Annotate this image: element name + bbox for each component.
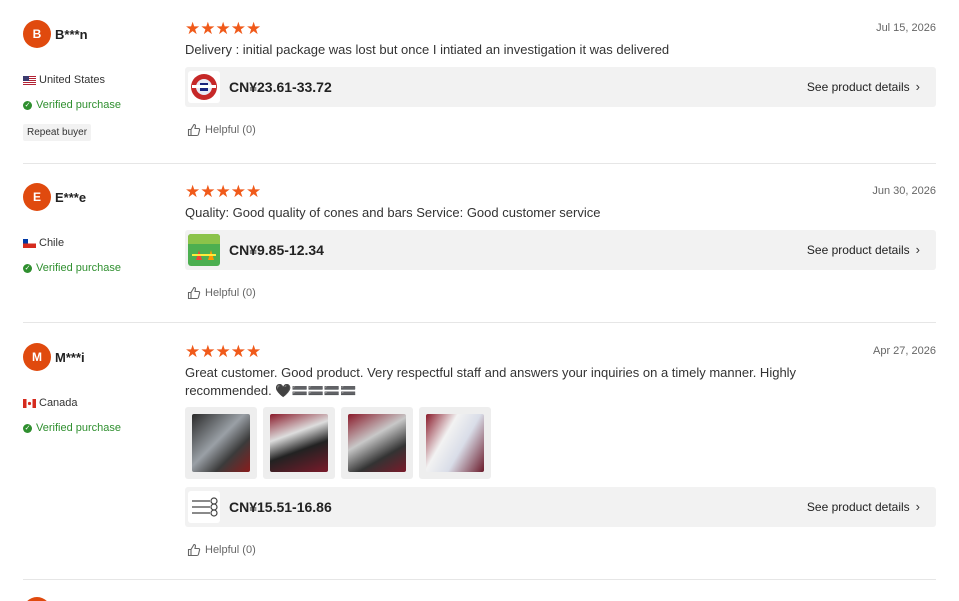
see-product-details-link[interactable]: See product details › — [807, 242, 920, 257]
verified-label: Verified purchase — [36, 262, 121, 274]
review-card: M M***i Canada ✓ Verified purchase ★★★★★… — [23, 323, 936, 580]
chevron-right-icon: › — [915, 499, 920, 514]
see-product-details-link[interactable]: See product details › — [807, 499, 920, 514]
chevron-right-icon: › — [915, 242, 920, 257]
country-label: Chile — [39, 237, 65, 249]
review-card: B B***n United States ✓ Verified purchas… — [23, 0, 936, 164]
verified-purchase: ✓ Verified purchase — [23, 99, 121, 111]
helpful-label: Helpful (0) — [205, 544, 256, 556]
helpful-button[interactable]: Helpful (0) — [187, 123, 256, 137]
reviewer-country: Canada — [23, 397, 78, 409]
us-flag-icon — [23, 75, 36, 85]
see-details-label: See product details — [806, 242, 910, 257]
helpful-label: Helpful (0) — [205, 287, 256, 299]
verified-purchase: ✓ Verified purchase — [23, 422, 121, 434]
reviewer-country: United States — [23, 74, 105, 86]
chevron-right-icon: › — [915, 79, 920, 94]
product-price: CN¥9.85-12.34 — [229, 242, 324, 258]
thumbs-up-icon — [187, 543, 201, 557]
product-link[interactable]: CN¥15.51-16.86 See product details › — [185, 487, 936, 527]
product-price: CN¥23.61-33.72 — [229, 79, 332, 95]
review-photo[interactable] — [341, 407, 413, 479]
star-rating: ★★★★★ — [185, 342, 262, 361]
review-text: Quality: Good quality of cones and bars … — [185, 205, 601, 220]
helpful-label: Helpful (0) — [205, 124, 256, 136]
review-photos — [185, 407, 491, 479]
product-thumbnail — [188, 491, 220, 523]
star-rating: ★★★★★ — [185, 19, 262, 38]
verified-purchase: ✓ Verified purchase — [23, 262, 121, 274]
product-price: CN¥15.51-16.86 — [229, 499, 332, 515]
star-rating: ★★★★★ — [185, 182, 262, 201]
review-photo[interactable] — [419, 407, 491, 479]
thumbs-up-icon — [187, 123, 201, 137]
chile-flag-icon — [23, 238, 36, 248]
repeat-buyer-badge: Repeat buyer — [23, 124, 92, 141]
see-product-details-link[interactable]: See product details › — [807, 79, 920, 94]
see-details-label: See product details — [806, 499, 910, 514]
reviewer-name: B***n — [55, 27, 88, 42]
review-text: Great customer. Good product. Very respe… — [185, 365, 797, 398]
canada-flag-icon — [23, 398, 36, 408]
avatar: E — [23, 183, 51, 211]
review-photo[interactable] — [263, 407, 335, 479]
product-thumbnail — [188, 234, 220, 266]
check-badge-icon: ✓ — [23, 423, 32, 433]
review-card: E E***e Chile ✓ Verified purchase ★★★★★ … — [23, 164, 936, 323]
country-label: Canada — [39, 397, 78, 409]
country-label: United States — [39, 74, 106, 86]
review-date: Apr 27, 2026 — [873, 345, 936, 357]
verified-label: Verified purchase — [36, 422, 121, 434]
product-thumbnail — [188, 71, 220, 103]
reviewer-country: Chile — [23, 237, 64, 249]
avatar: B — [23, 20, 51, 48]
review-date: Jun 30, 2026 — [872, 185, 936, 197]
check-badge-icon: ✓ — [23, 100, 32, 110]
avatar: M — [23, 343, 51, 371]
see-details-label: See product details — [806, 79, 910, 94]
avatar — [23, 597, 51, 601]
product-link[interactable]: CN¥9.85-12.34 See product details › — [185, 230, 936, 270]
helpful-button[interactable]: Helpful (0) — [187, 543, 256, 557]
review-date: Jul 15, 2026 — [876, 22, 936, 34]
product-link[interactable]: CN¥23.61-33.72 See product details › — [185, 67, 936, 107]
helpful-button[interactable]: Helpful (0) — [187, 286, 256, 300]
reviewer-name: E***e — [55, 190, 87, 205]
thumbs-up-icon — [187, 286, 201, 300]
review-text: Delivery : initial package was lost but … — [185, 42, 670, 57]
review-photo[interactable] — [185, 407, 257, 479]
verified-label: Verified purchase — [36, 99, 121, 111]
reviewer-name: M***i — [55, 350, 85, 365]
check-badge-icon: ✓ — [23, 263, 32, 273]
